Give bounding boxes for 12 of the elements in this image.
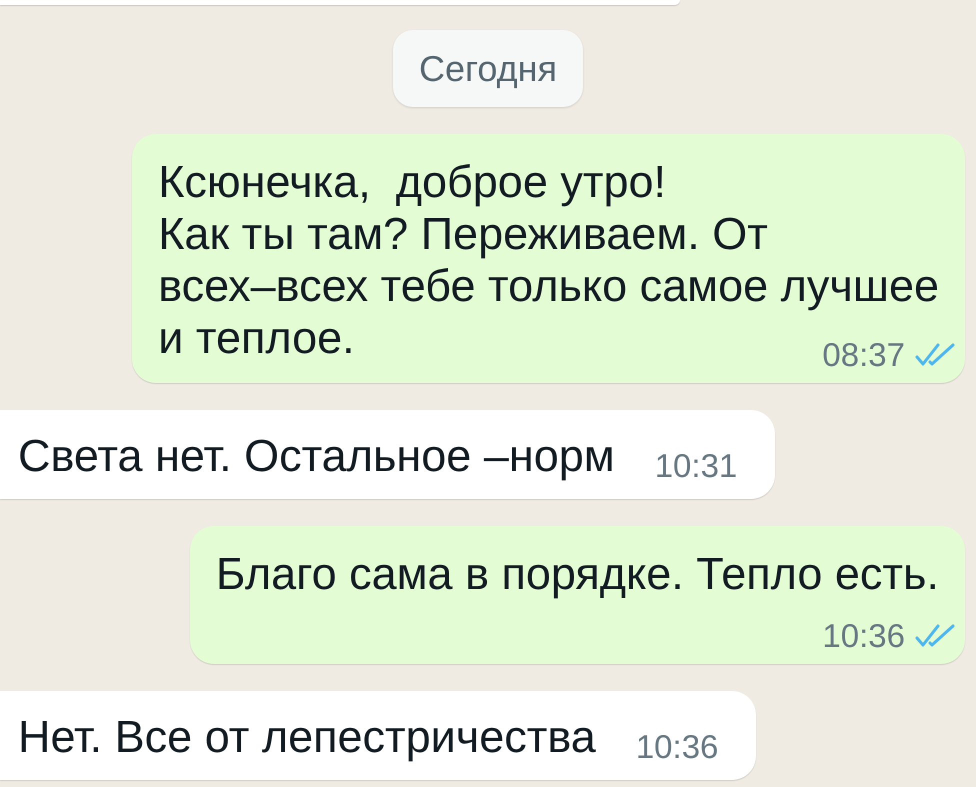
message-time: 10:36: [636, 730, 718, 763]
message-text: Благо сама в порядке. Тепло есть.: [216, 548, 939, 600]
message-text: Ксюнечка, доброе утро!: [158, 156, 666, 208]
message-time: 08:37: [822, 338, 905, 371]
message-text: Света нет. Остальное –норм: [18, 430, 615, 482]
message-time: 10:36: [822, 619, 905, 652]
date-chip: Сегодня: [393, 30, 583, 107]
message-text: Нет. Все от лепестричества: [18, 711, 596, 763]
message-text: и теплое.: [158, 312, 355, 364]
message-text: Как ты там? Переживаем. От: [158, 208, 768, 260]
message-text: всех–всех тебе только самое лучшее: [158, 260, 939, 312]
message-time: 10:31: [654, 449, 738, 482]
